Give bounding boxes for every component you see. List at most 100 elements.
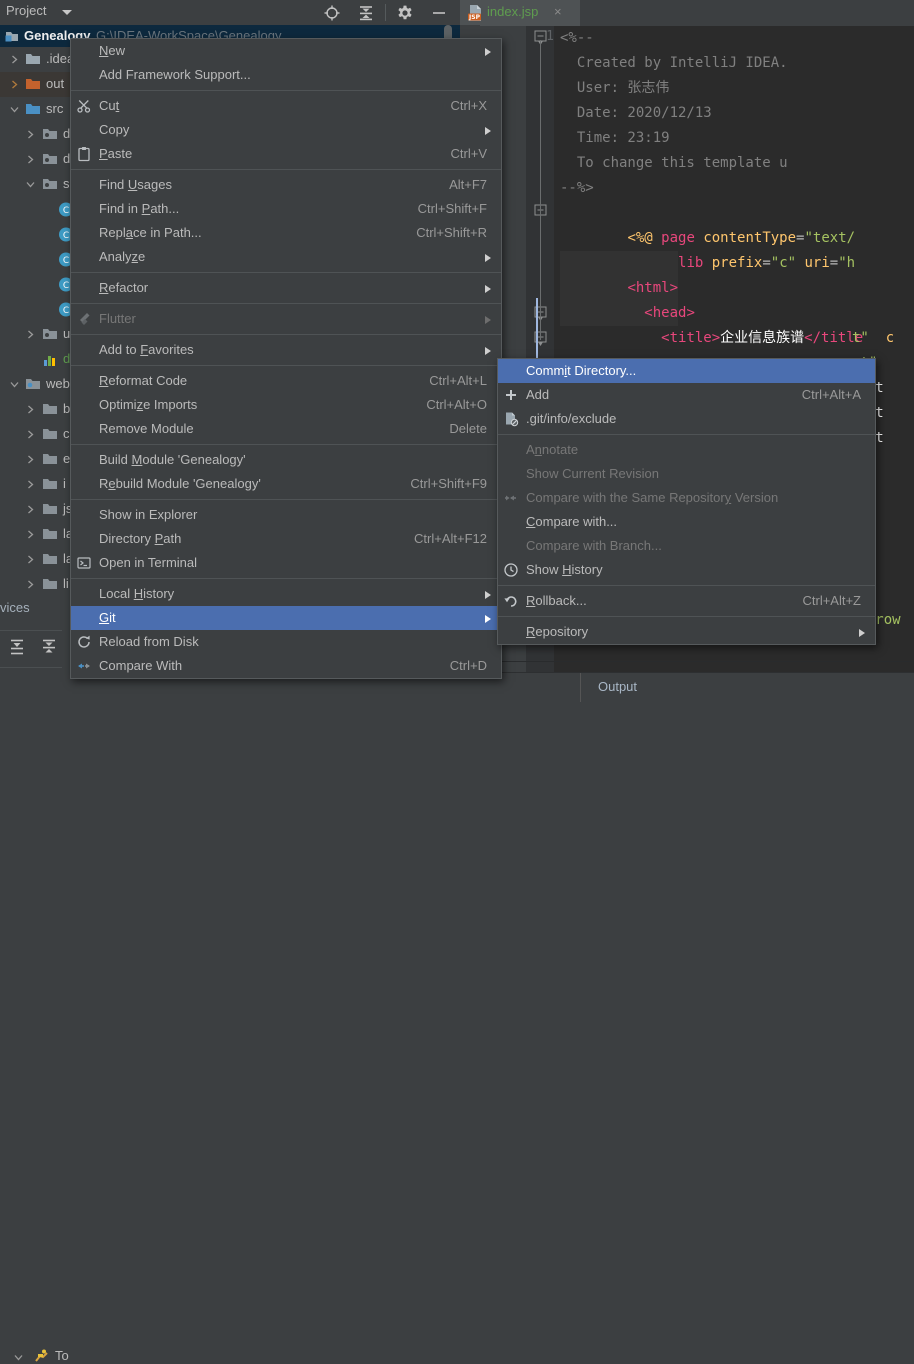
menu-accelerator: Ctrl+Alt+A <box>801 387 861 402</box>
submenu-arrow-icon <box>485 254 491 262</box>
menu-label: Find in Path... <box>99 201 180 216</box>
tab-index-jsp[interactable]: JSP index.jsp × <box>460 0 580 26</box>
git-submenu[interactable]: Commit Directory... Add Ctrl+Alt+A .git/… <box>497 358 876 645</box>
folder-icon <box>25 102 41 116</box>
submenu-arrow-icon <box>485 615 491 623</box>
chevron-right-icon[interactable] <box>26 555 35 564</box>
menu-separator <box>71 303 501 304</box>
submenu-item-show-history[interactable]: Show History <box>498 558 875 582</box>
todo-icon <box>34 1348 50 1364</box>
tab-label: index.jsp <box>487 4 539 19</box>
chevron-down-icon[interactable] <box>10 105 19 114</box>
menu-label: Show in Explorer <box>99 507 198 522</box>
chevron-right-icon[interactable] <box>10 55 19 64</box>
menu-separator <box>71 169 501 170</box>
chevron-down-icon[interactable] <box>62 10 72 15</box>
menu-separator <box>71 334 501 335</box>
menu-item-cut[interactable]: Cut Ctrl+X <box>71 94 501 118</box>
menu-item-build-module[interactable]: Build Module 'Genealogy' <box>71 448 501 472</box>
menu-label: Commit Directory... <box>526 363 637 378</box>
menu-item-refactor[interactable]: Refactor <box>71 276 501 300</box>
menu-item-remove-module[interactable]: Remove Module Delete <box>71 417 501 441</box>
submenu-item-repository[interactable]: Repository <box>498 620 875 644</box>
services-tab-label[interactable]: vices <box>0 600 58 625</box>
chevron-right-icon[interactable] <box>26 530 35 539</box>
folder-icon <box>42 577 58 591</box>
menu-item-local-history[interactable]: Local History <box>71 582 501 606</box>
menu-item-find-in-path[interactable]: Find in Path... Ctrl+Shift+F <box>71 197 501 221</box>
chevron-right-icon[interactable] <box>10 80 19 89</box>
menu-accelerator: Ctrl+D <box>449 658 487 673</box>
menu-item-add-framework-support[interactable]: Add Framework Support... <box>71 63 501 87</box>
context-menu[interactable]: New Add Framework Support... Cut Ctrl+X … <box>70 38 502 679</box>
chevron-right-icon[interactable] <box>26 330 35 339</box>
chevron-right-icon[interactable] <box>26 430 35 439</box>
folder-icon <box>42 452 58 466</box>
menu-item-compare-with[interactable]: Compare With Ctrl+D <box>71 654 501 678</box>
submenu-item-commit-directory[interactable]: Commit Directory... <box>498 359 875 383</box>
expand-all-icon[interactable] <box>8 638 26 656</box>
menu-separator <box>498 616 875 617</box>
submenu-item-add[interactable]: Add Ctrl+Alt+A <box>498 383 875 407</box>
compare-repo-icon <box>503 490 519 506</box>
menu-item-reformat-code[interactable]: Reformat Code Ctrl+Alt+L <box>71 369 501 393</box>
chevron-down-icon[interactable] <box>14 1353 23 1362</box>
submenu-item-compare-with[interactable]: Compare with... <box>498 510 875 534</box>
tree-label: i <box>63 476 66 491</box>
locate-icon[interactable] <box>323 4 341 22</box>
chevron-right-icon[interactable] <box>26 580 35 589</box>
chevron-right-icon[interactable] <box>26 405 35 414</box>
submenu-arrow-icon <box>485 347 491 355</box>
chevron-right-icon[interactable] <box>26 455 35 464</box>
menu-label: Reformat Code <box>99 373 188 388</box>
menu-item-show-in-explorer[interactable]: Show in Explorer <box>71 503 501 527</box>
menu-label: Rollback... <box>526 593 587 608</box>
code-line-4: Date: 2020/12/13 <box>560 105 712 121</box>
chevron-down-icon[interactable] <box>26 180 35 189</box>
menu-label: Cut <box>99 98 120 113</box>
bottom-panel: Output <box>480 672 914 702</box>
menu-item-open-in-terminal[interactable]: Open in Terminal <box>71 551 501 575</box>
menu-item-reload-from-disk[interactable]: Reload from Disk <box>71 630 501 654</box>
menu-item-git[interactable]: Git <box>71 606 501 630</box>
folder-icon <box>42 402 58 416</box>
collapse-all-icon[interactable] <box>40 638 58 656</box>
menu-label: Annotate <box>526 442 579 457</box>
submenu-item-compare-with-branch: Compare with Branch... <box>498 534 875 558</box>
package-icon <box>42 127 58 141</box>
collapse-all-icon[interactable] <box>357 4 375 22</box>
menu-label: Show History <box>526 562 603 577</box>
submenu-arrow-icon <box>859 629 865 637</box>
chevron-right-icon[interactable] <box>26 505 35 514</box>
menu-separator <box>71 90 501 91</box>
menu-item-optimize-imports[interactable]: Optimize Imports Ctrl+Alt+O <box>71 393 501 417</box>
submenu-item-git-exclude[interactable]: .git/info/exclude <box>498 407 875 431</box>
menu-separator <box>71 365 501 366</box>
output-label[interactable]: Output <box>598 679 637 694</box>
minimize-icon[interactable] <box>430 4 448 22</box>
package-icon <box>42 327 58 341</box>
menu-item-find-usages[interactable]: Find Usages Alt+F7 <box>71 173 501 197</box>
menu-item-directory-path[interactable]: Directory Path Ctrl+Alt+F12 <box>71 527 501 551</box>
folder-icon <box>42 527 58 541</box>
menu-accelerator: Ctrl+V <box>450 146 487 161</box>
menu-item-rebuild-module[interactable]: Rebuild Module 'Genealogy' Ctrl+Shift+F9 <box>71 472 501 496</box>
undo-icon <box>503 593 519 609</box>
submenu-item-show-current-revision: Show Current Revision <box>498 462 875 486</box>
menu-item-replace-in-path[interactable]: Replace in Path... Ctrl+Shift+R <box>71 221 501 245</box>
chevron-down-icon[interactable] <box>10 380 19 389</box>
menu-item-new[interactable]: New <box>71 39 501 63</box>
submenu-item-rollback[interactable]: Rollback... Ctrl+Alt+Z <box>498 589 875 613</box>
chevron-right-icon[interactable] <box>26 130 35 139</box>
menu-item-add-to-favorites[interactable]: Add to Favorites <box>71 338 501 362</box>
menu-item-paste[interactable]: Paste Ctrl+V <box>71 142 501 166</box>
chevron-right-icon[interactable] <box>26 155 35 164</box>
module-icon <box>5 29 19 43</box>
close-icon[interactable]: × <box>554 4 562 19</box>
menu-item-analyze[interactable]: Analyze <box>71 245 501 269</box>
submenu-item-annotate: Annotate <box>498 438 875 462</box>
clipboard-icon <box>76 146 92 162</box>
gear-icon[interactable] <box>396 4 414 22</box>
chevron-right-icon[interactable] <box>26 480 35 489</box>
menu-item-copy[interactable]: Copy <box>71 118 501 142</box>
